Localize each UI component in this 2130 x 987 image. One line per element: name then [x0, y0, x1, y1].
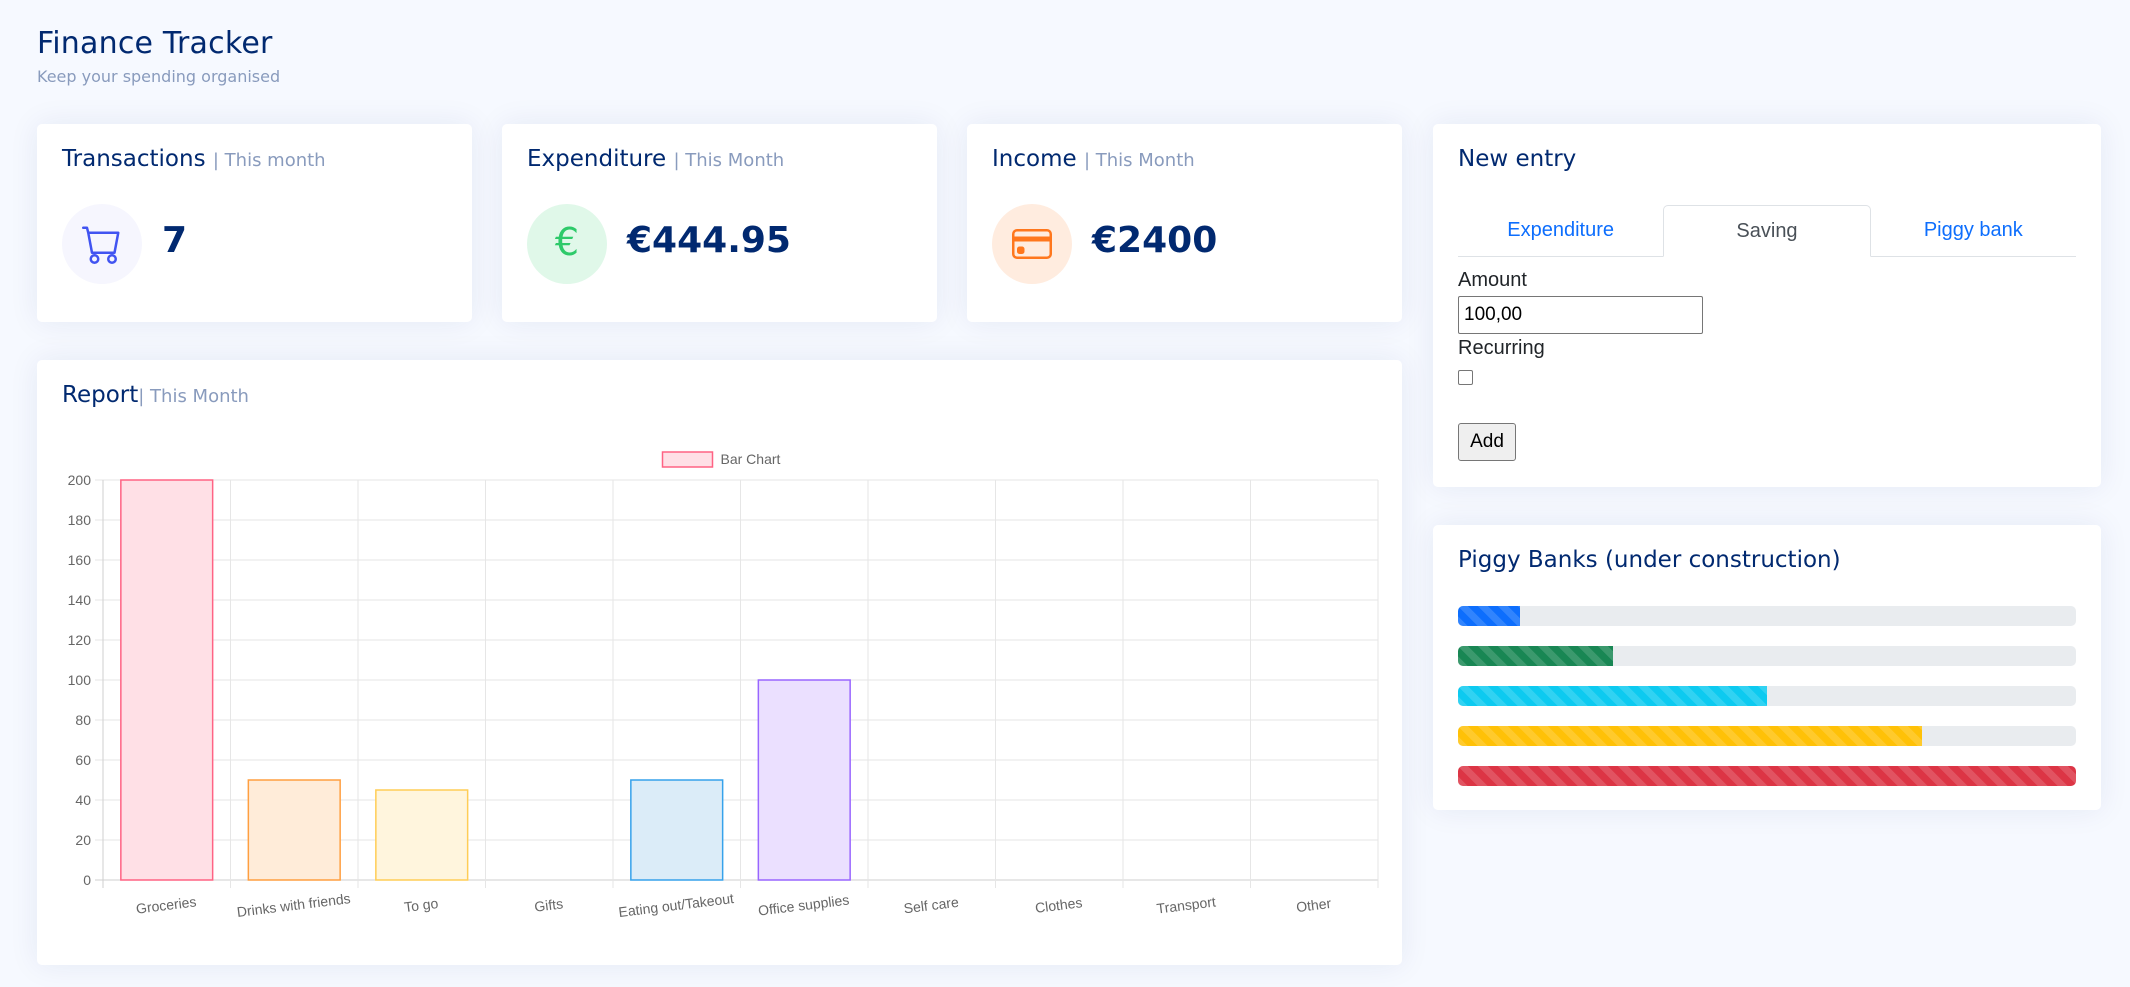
credit-card-icon: [992, 204, 1072, 284]
recurring-checkbox[interactable]: [1458, 370, 1473, 385]
bar: [247, 779, 341, 881]
expenditure-value: €444.95: [627, 220, 791, 261]
piggy-bank-progress-fill: [1458, 606, 1520, 626]
y-tick-label: 40: [75, 792, 91, 808]
new-entry-title: New entry: [1458, 146, 1577, 172]
legend-label: Bar Chart: [721, 451, 781, 467]
piggy-bank-progress-fill: [1458, 766, 2076, 786]
piggy-bank-progress: [1458, 726, 2076, 746]
tab-piggy-bank[interactable]: Piggy bank: [1871, 205, 2076, 256]
piggy-bank-progress-fill: [1458, 686, 1767, 706]
page-title: Finance Tracker: [37, 26, 273, 61]
piggy-bank-progress: [1458, 686, 2076, 706]
income-card-title: Income | This Month: [992, 146, 1195, 172]
svg-text:€: €: [555, 222, 579, 264]
income-value: €2400: [1092, 220, 1218, 261]
transactions-title: Transactions: [62, 146, 206, 172]
cart-icon: [62, 204, 142, 284]
income-title: Income: [992, 146, 1077, 172]
y-tick-label: 120: [68, 632, 92, 648]
y-tick-label: 200: [68, 472, 92, 488]
x-tick-label: Gifts: [533, 895, 564, 914]
bar: [375, 789, 469, 881]
bar: [120, 479, 214, 881]
income-period: | This Month: [1083, 150, 1195, 171]
y-tick-label: 20: [75, 832, 91, 848]
y-tick-label: 80: [75, 712, 91, 728]
piggy-bank-progress: [1458, 606, 2076, 626]
piggy-banks-title: Piggy Banks (under construction): [1458, 547, 1841, 573]
piggy-bank-progress-fill: [1458, 646, 1613, 666]
transactions-period: | This month: [212, 150, 326, 171]
euro-icon: €: [527, 204, 607, 284]
x-tick-label: Self care: [903, 894, 960, 917]
bar: [630, 779, 724, 881]
page-subtitle: Keep your spending organised: [37, 67, 281, 86]
piggy-bank-progress-fill: [1458, 726, 1922, 746]
transactions-value: 7: [162, 220, 188, 261]
amount-input[interactable]: [1458, 296, 1703, 334]
y-tick-label: 140: [68, 592, 92, 608]
expenditure-period: | This Month: [673, 150, 785, 171]
amount-label: Amount: [1458, 269, 1527, 291]
piggy-bank-progress: [1458, 766, 2076, 786]
y-tick-label: 60: [75, 752, 91, 768]
legend-swatch: [661, 451, 714, 468]
x-tick-label: To go: [403, 895, 439, 915]
x-tick-label: Drinks with friends: [236, 890, 351, 920]
expenditure-card-title: Expenditure | This Month: [527, 146, 784, 172]
income-card: Income | This Month €2400: [967, 124, 1402, 322]
bar: [757, 679, 851, 881]
y-tick-label: 180: [68, 512, 92, 528]
add-button[interactable]: Add: [1458, 423, 1516, 461]
x-tick-label: Other: [1295, 895, 1332, 915]
recurring-label: Recurring: [1458, 337, 1545, 359]
x-tick-label: Office supplies: [757, 892, 850, 919]
x-tick-label: Groceries: [135, 893, 197, 916]
piggy-bank-progress: [1458, 646, 2076, 666]
new-entry-card: New entry Expenditure Saving Piggy bank …: [1433, 124, 2101, 487]
y-tick-label: 0: [83, 872, 91, 888]
y-tick-label: 100: [68, 672, 92, 688]
x-tick-label: Eating out/Takeout: [618, 890, 735, 920]
transactions-card-title: Transactions | This month: [62, 146, 326, 172]
report-card: Report| This Month 0 20 40 60 80 100 120 140 160…: [37, 360, 1402, 965]
y-tick-label: 160: [68, 552, 92, 568]
x-tick-label: Transport: [1156, 893, 1217, 916]
bar-chart: 0 20 40 60 80 100 120 140 160 180 200 Groceries Drin…: [68, 451, 1379, 920]
x-tick-label: Clothes: [1034, 894, 1083, 916]
expenditure-title: Expenditure: [527, 146, 667, 172]
tab-expenditure[interactable]: Expenditure: [1458, 205, 1663, 256]
tab-saving[interactable]: Saving: [1663, 205, 1871, 257]
expenditure-card: Expenditure | This Month € €444.95: [502, 124, 937, 322]
page-header: Finance Tracker Keep your spending organ…: [37, 26, 280, 86]
transactions-card: Transactions | This month 7: [37, 124, 472, 322]
piggy-banks-card: Piggy Banks (under construction): [1433, 525, 2101, 810]
entry-tabs: Expenditure Saving Piggy bank: [1458, 205, 2076, 257]
